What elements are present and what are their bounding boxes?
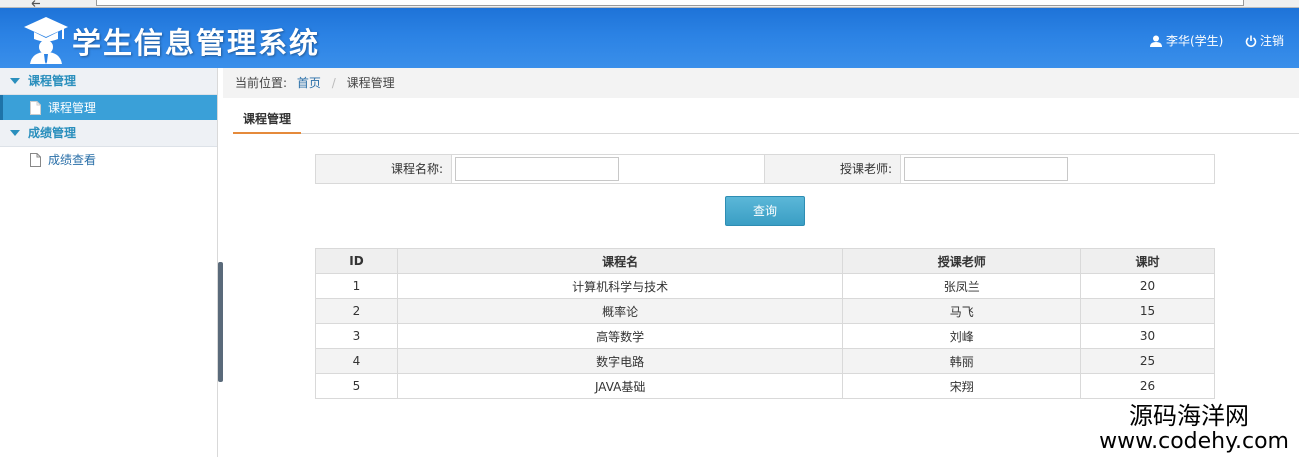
breadcrumb: 当前位置: 首页 / 课程管理 — [223, 68, 1299, 98]
breadcrumb-home-link[interactable]: 首页 — [297, 76, 321, 90]
cell-hours: 20 — [1080, 273, 1215, 299]
teacher-input[interactable] — [904, 157, 1068, 181]
sidebar-group-label: 课程管理 — [28, 73, 77, 88]
cell-course-name: 概率论 — [396, 298, 844, 324]
cell-hours: 26 — [1080, 373, 1215, 399]
cell-id: 4 — [315, 348, 398, 374]
watermark: 源码海洋网 www.codehy.com — [1092, 402, 1299, 457]
power-icon — [1245, 35, 1257, 47]
column-header-teacher[interactable]: 授课老师 — [842, 248, 1082, 274]
breadcrumb-prefix: 当前位置: — [235, 76, 288, 90]
cell-id: 2 — [315, 298, 398, 324]
watermark-line2: www.codehy.com — [1099, 429, 1289, 454]
triangle-down-icon — [10, 130, 20, 136]
address-bar[interactable] — [96, 0, 1244, 6]
table-row[interactable]: 2 概率论 马飞 15 — [315, 298, 1215, 324]
breadcrumb-current: 课程管理 — [346, 76, 395, 90]
triangle-down-icon — [10, 78, 20, 84]
cell-id: 1 — [315, 273, 398, 299]
cell-id: 5 — [315, 373, 398, 399]
current-user[interactable]: 李华(学生) — [1150, 32, 1223, 49]
teacher-label: 授课老师: — [765, 155, 901, 183]
watermark-line1: 源码海洋网 — [1129, 402, 1249, 430]
cell-course-name: 数字电路 — [396, 348, 844, 374]
cell-id: 3 — [315, 323, 398, 349]
app-header: 学生信息管理系统 李华(学生) 注销 — [0, 8, 1299, 68]
cell-hours: 15 — [1080, 298, 1215, 324]
breadcrumb-separator: / — [331, 76, 336, 90]
sidebar-group-course[interactable]: 课程管理 — [0, 68, 217, 95]
query-button[interactable]: 查询 — [725, 196, 805, 226]
cell-course-name: JAVA基础 — [396, 373, 844, 399]
logout-label: 注销 — [1260, 34, 1285, 48]
teacher-cell — [901, 155, 1214, 183]
app-title: 学生信息管理系统 — [72, 26, 321, 60]
sidebar-group-grades[interactable]: 成绩管理 — [0, 120, 217, 147]
sidebar-group-label: 成绩管理 — [28, 125, 77, 140]
table-row[interactable]: 1 计算机科学与技术 张凤兰 20 — [315, 273, 1215, 299]
column-header-hours[interactable]: 课时 — [1080, 248, 1215, 274]
browser-chrome — [0, 0, 1299, 8]
cell-course-name: 计算机科学与技术 — [396, 273, 844, 299]
sidebar-item-label: 成绩查看 — [48, 153, 97, 167]
document-icon — [30, 152, 41, 167]
cell-teacher: 张凤兰 — [842, 273, 1082, 299]
column-header-id[interactable]: ID — [315, 248, 398, 274]
table-row[interactable]: 3 高等数学 刘峰 30 — [315, 323, 1215, 349]
course-name-cell — [452, 155, 765, 183]
tab-course-management[interactable]: 课程管理 — [233, 106, 302, 134]
sidebar-item-grade-view[interactable]: 成绩查看 — [0, 147, 217, 172]
cell-teacher: 马飞 — [842, 298, 1082, 324]
course-table: ID 课程名 授课老师 课时 1 计算机科学与技术 张凤兰 20 2 概率论 马… — [315, 248, 1215, 399]
table-header-row: ID 课程名 授课老师 课时 — [315, 248, 1215, 274]
user-icon — [1150, 35, 1162, 47]
document-icon — [30, 100, 41, 115]
table-row[interactable]: 5 JAVA基础 宋翔 26 — [315, 373, 1215, 399]
main-content: 当前位置: 首页 / 课程管理 课程管理 课程名称: 授课老师: 查询 ID 课… — [223, 68, 1299, 457]
cell-hours: 30 — [1080, 323, 1215, 349]
table-row[interactable]: 4 数字电路 韩丽 25 — [315, 348, 1215, 374]
cell-course-name: 高等数学 — [396, 323, 844, 349]
sidebar-item-label: 课程管理 — [48, 101, 97, 115]
sidebar: 课程管理 课程管理 成绩管理 成绩查看 — [0, 68, 218, 457]
user-label: 李华(学生) — [1166, 34, 1224, 48]
cell-hours: 25 — [1080, 348, 1215, 374]
cell-teacher: 宋翔 — [842, 373, 1082, 399]
cell-teacher: 韩丽 — [842, 348, 1082, 374]
cell-teacher: 刘峰 — [842, 323, 1082, 349]
graduate-cap-icon — [24, 17, 68, 64]
search-form: 课程名称: 授课老师: — [315, 154, 1215, 184]
logout-button[interactable]: 注销 — [1245, 32, 1284, 49]
course-name-input[interactable] — [455, 157, 619, 181]
course-name-label: 课程名称: — [316, 155, 452, 183]
tab-bar: 课程管理 — [233, 106, 1299, 134]
sidebar-item-course-management[interactable]: 课程管理 — [0, 95, 217, 120]
back-arrow-icon[interactable] — [30, 0, 42, 7]
column-header-course-name[interactable]: 课程名 — [396, 248, 844, 274]
